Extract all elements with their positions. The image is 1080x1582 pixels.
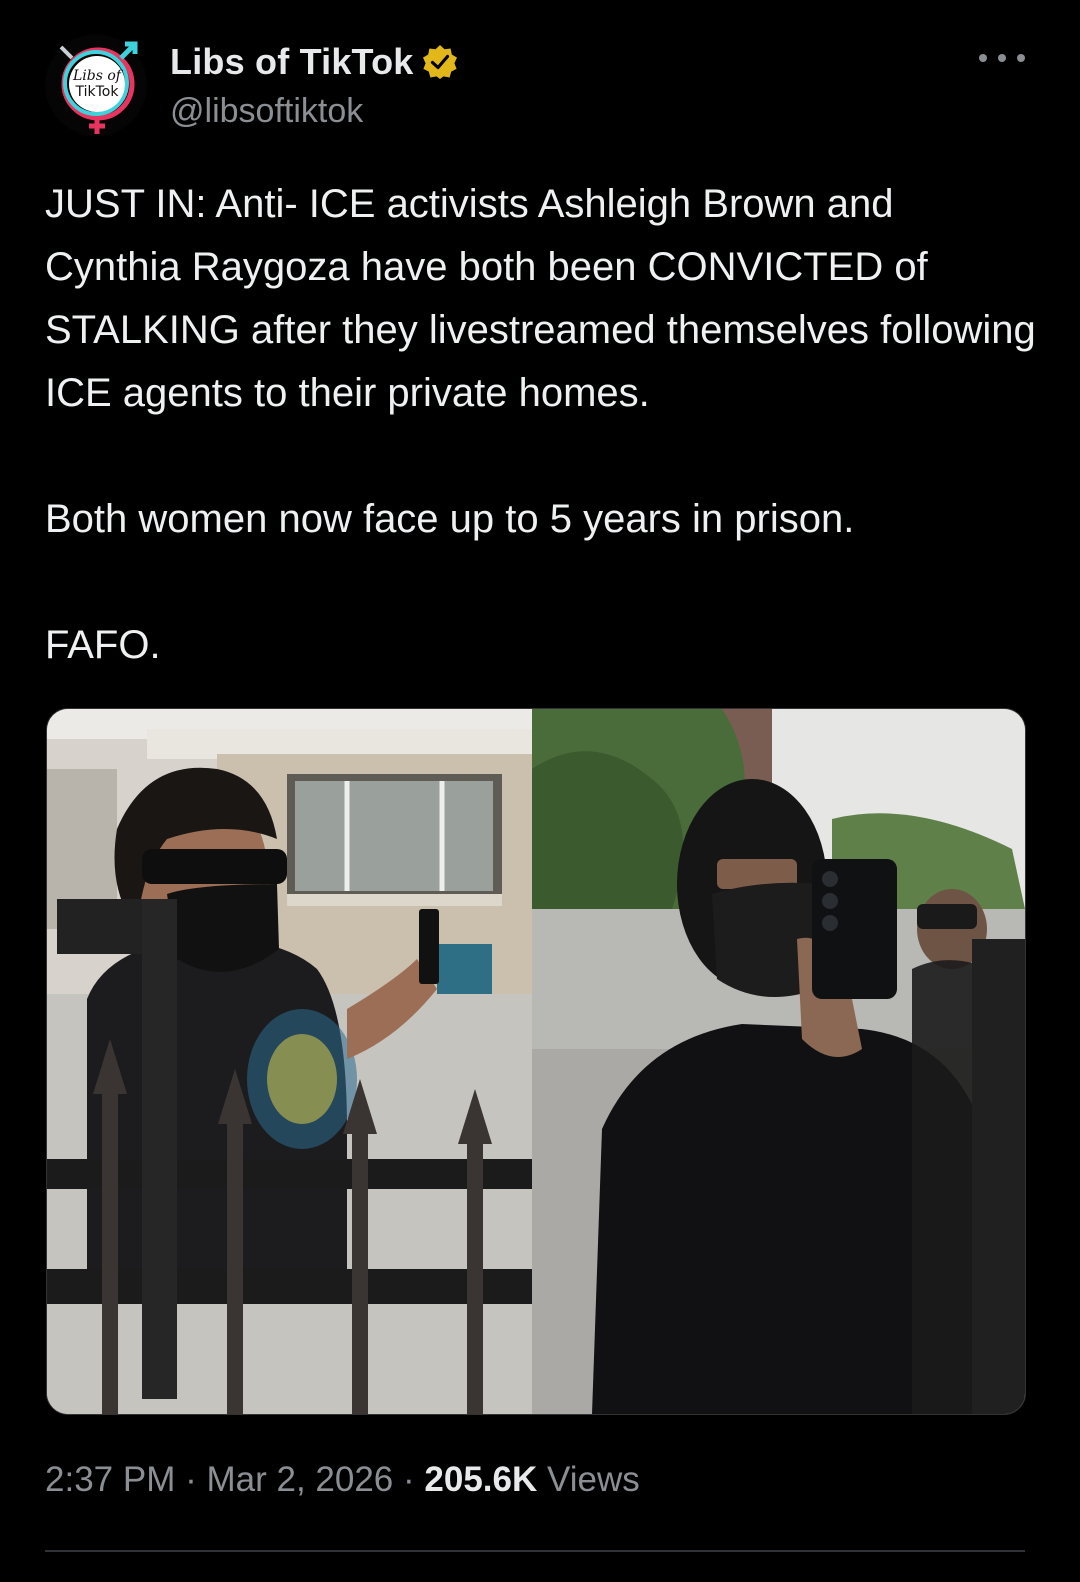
more-icon <box>998 54 1006 62</box>
verified-badge-icon[interactable] <box>421 43 459 81</box>
meta-separator: · <box>185 1460 197 1499</box>
author-block: Libs of TikTok @libsoftiktok <box>170 40 459 131</box>
svg-text:TikTok: TikTok <box>75 84 120 100</box>
tweet-header: Libs of TikTok Libs of TikTok @libsoftik… <box>45 34 1035 139</box>
divider <box>45 1550 1025 1552</box>
author-handle[interactable]: @libsoftiktok <box>170 92 459 131</box>
tweet-paragraph: FAFO. <box>45 623 161 667</box>
media-photo-1[interactable] <box>47 709 532 1414</box>
avatar[interactable]: Libs of TikTok <box>45 34 147 136</box>
tweet-text: JUST IN: Anti- ICE activists Ashleigh Br… <box>45 173 1040 677</box>
meta-separator: · <box>403 1460 415 1499</box>
more-options-button[interactable] <box>979 48 1025 68</box>
views-label: Views <box>547 1460 640 1499</box>
display-name[interactable]: Libs of TikTok <box>170 41 413 83</box>
media-photo-2[interactable] <box>532 709 1025 1414</box>
svg-text:Libs of: Libs of <box>72 68 124 84</box>
tweet-media[interactable] <box>46 708 1026 1415</box>
views-count[interactable]: 205.6K <box>424 1460 537 1499</box>
more-icon <box>979 54 987 62</box>
tweet-date[interactable]: Mar 2, 2026 <box>206 1460 393 1499</box>
tweet-paragraph: JUST IN: Anti- ICE activists Ashleigh Br… <box>45 182 1036 415</box>
tweet-time[interactable]: 2:37 PM <box>45 1460 175 1499</box>
tweet-paragraph: Both women now face up to 5 years in pri… <box>45 497 855 541</box>
display-name-row: Libs of TikTok <box>170 40 459 84</box>
tweet-meta: 2:37 PM · Mar 2, 2026 · 205.6K Views <box>45 1460 640 1500</box>
more-icon <box>1017 54 1025 62</box>
avatar-logo-icon: Libs of TikTok <box>46 35 146 135</box>
